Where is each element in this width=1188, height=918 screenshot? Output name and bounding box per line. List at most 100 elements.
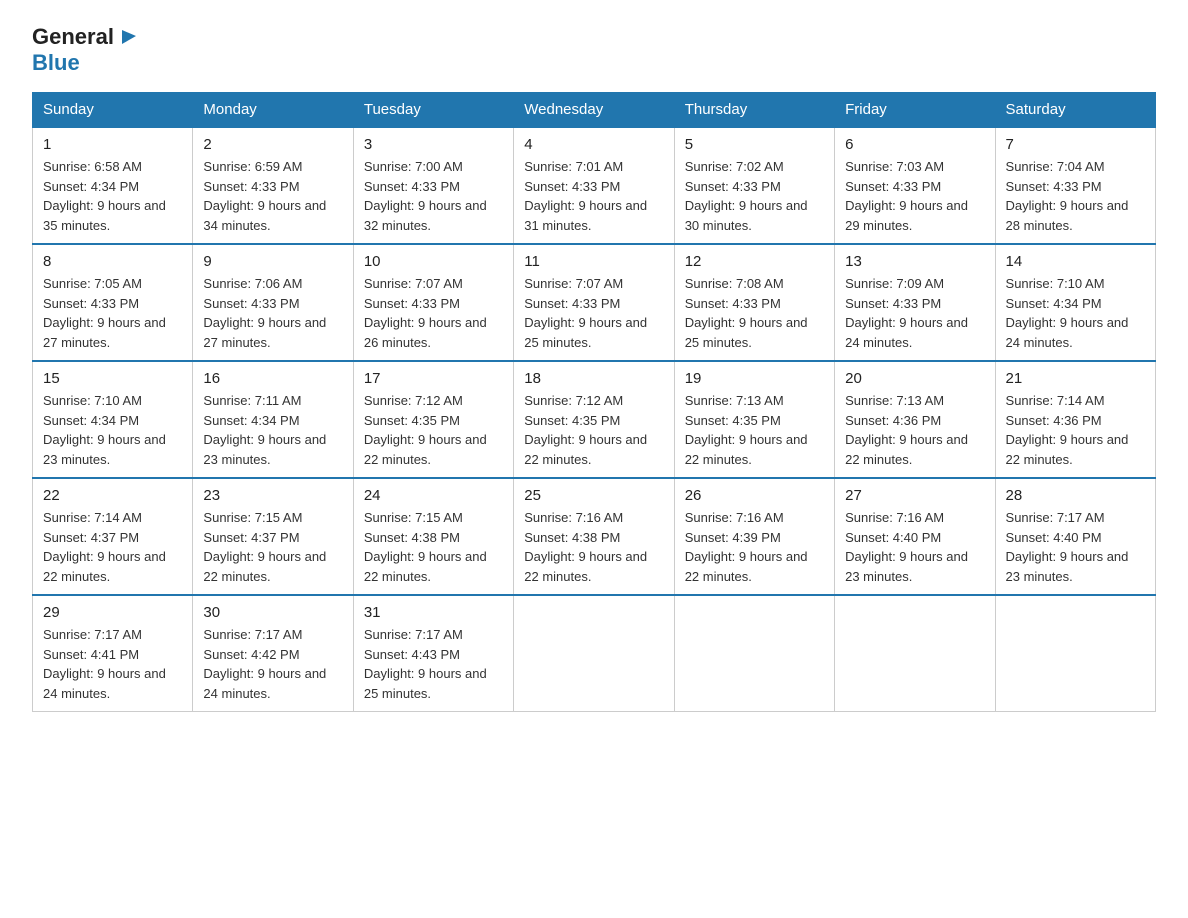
calendar-cell: 28Sunrise: 7:17 AMSunset: 4:40 PMDayligh… — [995, 478, 1155, 595]
calendar-cell: 3 Sunrise: 7:00 AMSunset: 4:33 PMDaylight… — [353, 127, 513, 244]
day-info: Sunrise: 7:15 AMSunset: 4:38 PMDaylight:… — [364, 508, 503, 586]
logo-triangle-icon — [116, 26, 138, 48]
day-info: Sunrise: 7:15 AMSunset: 4:37 PMDaylight:… — [203, 508, 342, 586]
header-wednesday: Wednesday — [514, 93, 674, 128]
header-tuesday: Tuesday — [353, 93, 513, 128]
calendar-cell: 31Sunrise: 7:17 AMSunset: 4:43 PMDayligh… — [353, 595, 513, 712]
day-number: 19 — [685, 370, 824, 387]
day-number: 27 — [845, 487, 984, 504]
calendar-week-row: 15 Sunrise: 7:10 AMSunset: 4:34 PMDayligh… — [33, 361, 1156, 478]
calendar-cell — [674, 595, 834, 712]
day-info: Sunrise: 7:10 AMSunset: 4:34 PMDaylight:… — [1006, 274, 1145, 352]
calendar-cell: 16Sunrise: 7:11 AMSunset: 4:34 PMDayligh… — [193, 361, 353, 478]
calendar-cell: 25 Sunrise: 7:16 AMSunset: 4:38 PMDayligh… — [514, 478, 674, 595]
day-number: 6 — [845, 136, 984, 153]
calendar-cell: 22 Sunrise: 7:14 AMSunset: 4:37 PMDayligh… — [33, 478, 193, 595]
calendar-cell: 30 Sunrise: 7:17 AMSunset: 4:42 PMDayligh… — [193, 595, 353, 712]
calendar-cell: 6 Sunrise: 7:03 AMSunset: 4:33 PMDaylight… — [835, 127, 995, 244]
calendar-cell — [514, 595, 674, 712]
header-sunday: Sunday — [33, 93, 193, 128]
calendar-cell: 17Sunrise: 7:12 AMSunset: 4:35 PMDayligh… — [353, 361, 513, 478]
calendar-cell: 23 Sunrise: 7:15 AMSunset: 4:37 PMDayligh… — [193, 478, 353, 595]
day-info: Sunrise: 7:08 AMSunset: 4:33 PMDaylight:… — [685, 274, 824, 352]
calendar-cell: 14Sunrise: 7:10 AMSunset: 4:34 PMDayligh… — [995, 244, 1155, 361]
day-number: 2 — [203, 136, 342, 153]
day-number: 22 — [43, 487, 182, 504]
day-number: 28 — [1006, 487, 1145, 504]
calendar-cell: 27 Sunrise: 7:16 AMSunset: 4:40 PMDayligh… — [835, 478, 995, 595]
day-number: 5 — [685, 136, 824, 153]
day-info: Sunrise: 7:07 AMSunset: 4:33 PMDaylight:… — [524, 274, 663, 352]
day-number: 29 — [43, 604, 182, 621]
calendar-cell: 10Sunrise: 7:07 AMSunset: 4:33 PMDayligh… — [353, 244, 513, 361]
calendar-cell: 13 Sunrise: 7:09 AMSunset: 4:33 PMDayligh… — [835, 244, 995, 361]
calendar-cell: 2 Sunrise: 6:59 AMSunset: 4:33 PMDaylight… — [193, 127, 353, 244]
day-info: Sunrise: 7:01 AMSunset: 4:33 PMDaylight:… — [524, 157, 663, 235]
page-header: General Blue — [32, 24, 1156, 76]
day-number: 30 — [203, 604, 342, 621]
calendar-week-row: 8Sunrise: 7:05 AMSunset: 4:33 PMDaylight… — [33, 244, 1156, 361]
header-thursday: Thursday — [674, 93, 834, 128]
day-number: 25 — [524, 487, 663, 504]
header-friday: Friday — [835, 93, 995, 128]
day-number: 24 — [364, 487, 503, 504]
calendar-cell: 18 Sunrise: 7:12 AMSunset: 4:35 PMDayligh… — [514, 361, 674, 478]
day-info: Sunrise: 7:04 AMSunset: 4:33 PMDaylight:… — [1006, 157, 1145, 235]
day-info: Sunrise: 6:58 AMSunset: 4:34 PMDaylight:… — [43, 157, 182, 235]
day-number: 7 — [1006, 136, 1145, 153]
day-info: Sunrise: 7:17 AMSunset: 4:42 PMDaylight:… — [203, 625, 342, 703]
calendar-cell: 7 Sunrise: 7:04 AMSunset: 4:33 PMDaylight… — [995, 127, 1155, 244]
calendar-cell: 12 Sunrise: 7:08 AMSunset: 4:33 PMDayligh… — [674, 244, 834, 361]
day-info: Sunrise: 7:14 AMSunset: 4:37 PMDaylight:… — [43, 508, 182, 586]
day-number: 3 — [364, 136, 503, 153]
calendar-cell: 26 Sunrise: 7:16 AMSunset: 4:39 PMDayligh… — [674, 478, 834, 595]
calendar-cell: 19Sunrise: 7:13 AMSunset: 4:35 PMDayligh… — [674, 361, 834, 478]
day-info: Sunrise: 7:17 AMSunset: 4:41 PMDaylight:… — [43, 625, 182, 703]
calendar-week-row: 1Sunrise: 6:58 AMSunset: 4:34 PMDaylight… — [33, 127, 1156, 244]
calendar-cell: 21Sunrise: 7:14 AMSunset: 4:36 PMDayligh… — [995, 361, 1155, 478]
day-number: 31 — [364, 604, 503, 621]
day-info: Sunrise: 7:03 AMSunset: 4:33 PMDaylight:… — [845, 157, 984, 235]
day-info: Sunrise: 7:11 AMSunset: 4:34 PMDaylight:… — [203, 391, 342, 469]
calendar-cell — [835, 595, 995, 712]
day-info: Sunrise: 7:13 AMSunset: 4:36 PMDaylight:… — [845, 391, 984, 469]
day-number: 21 — [1006, 370, 1145, 387]
day-number: 9 — [203, 253, 342, 270]
day-info: Sunrise: 7:16 AMSunset: 4:40 PMDaylight:… — [845, 508, 984, 586]
day-info: Sunrise: 7:06 AMSunset: 4:33 PMDaylight:… — [203, 274, 342, 352]
day-info: Sunrise: 7:12 AMSunset: 4:35 PMDaylight:… — [364, 391, 503, 469]
day-number: 11 — [524, 253, 663, 270]
day-info: Sunrise: 7:16 AMSunset: 4:38 PMDaylight:… — [524, 508, 663, 586]
day-info: Sunrise: 7:10 AMSunset: 4:34 PMDaylight:… — [43, 391, 182, 469]
calendar-header-row: SundayMondayTuesdayWednesdayThursdayFrid… — [33, 93, 1156, 128]
calendar-cell: 4 Sunrise: 7:01 AMSunset: 4:33 PMDaylight… — [514, 127, 674, 244]
day-number: 26 — [685, 487, 824, 504]
logo-general: General — [32, 24, 114, 50]
header-saturday: Saturday — [995, 93, 1155, 128]
calendar-cell: 20 Sunrise: 7:13 AMSunset: 4:36 PMDayligh… — [835, 361, 995, 478]
day-info: Sunrise: 7:12 AMSunset: 4:35 PMDaylight:… — [524, 391, 663, 469]
day-number: 15 — [43, 370, 182, 387]
day-number: 4 — [524, 136, 663, 153]
calendar-cell: 1Sunrise: 6:58 AMSunset: 4:34 PMDaylight… — [33, 127, 193, 244]
calendar-week-row: 29 Sunrise: 7:17 AMSunset: 4:41 PMDayligh… — [33, 595, 1156, 712]
calendar-week-row: 22 Sunrise: 7:14 AMSunset: 4:37 PMDayligh… — [33, 478, 1156, 595]
day-number: 23 — [203, 487, 342, 504]
day-info: Sunrise: 7:09 AMSunset: 4:33 PMDaylight:… — [845, 274, 984, 352]
day-number: 12 — [685, 253, 824, 270]
header-monday: Monday — [193, 93, 353, 128]
day-number: 13 — [845, 253, 984, 270]
day-info: Sunrise: 7:00 AMSunset: 4:33 PMDaylight:… — [364, 157, 503, 235]
calendar-cell: 11 Sunrise: 7:07 AMSunset: 4:33 PMDayligh… — [514, 244, 674, 361]
calendar-cell: 5Sunrise: 7:02 AMSunset: 4:33 PMDaylight… — [674, 127, 834, 244]
calendar-cell: 8Sunrise: 7:05 AMSunset: 4:33 PMDaylight… — [33, 244, 193, 361]
calendar-cell — [995, 595, 1155, 712]
calendar-cell: 24 Sunrise: 7:15 AMSunset: 4:38 PMDayligh… — [353, 478, 513, 595]
calendar-table: SundayMondayTuesdayWednesdayThursdayFrid… — [32, 92, 1156, 712]
day-info: Sunrise: 6:59 AMSunset: 4:33 PMDaylight:… — [203, 157, 342, 235]
day-info: Sunrise: 7:16 AMSunset: 4:39 PMDaylight:… — [685, 508, 824, 586]
day-number: 18 — [524, 370, 663, 387]
day-info: Sunrise: 7:05 AMSunset: 4:33 PMDaylight:… — [43, 274, 182, 352]
day-number: 20 — [845, 370, 984, 387]
day-number: 10 — [364, 253, 503, 270]
